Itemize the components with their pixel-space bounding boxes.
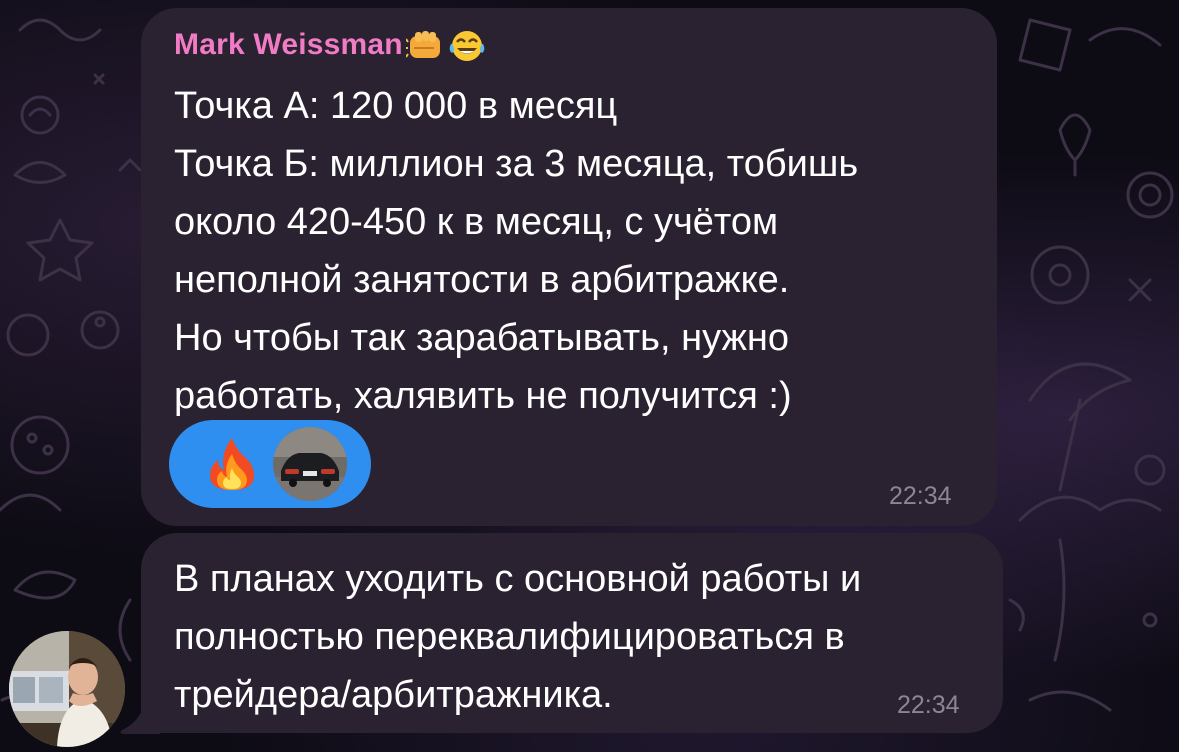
sender-name[interactable]: Mark Weissman	[174, 28, 403, 62]
car-photo-icon	[273, 427, 347, 501]
message-bubble[interactable]: Mark Weissman Точка А: 120 000 в месяц Т…	[141, 8, 997, 526]
message-line: Но чтобы так зарабатывать, нужно	[174, 317, 790, 359]
message-line: Точка Б: миллион за 3 месяца, тобишь	[174, 143, 859, 185]
avatar[interactable]	[9, 631, 125, 747]
message-text: Точка А: 120 000 в месяц Точка Б: миллио…	[174, 77, 858, 425]
reactor-avatar[interactable]	[273, 427, 347, 501]
message-line: В планах уходить с основной работы и	[174, 558, 862, 600]
message-bubble[interactable]: В планах уходить с основной работы и пол…	[141, 533, 1003, 733]
message-text: В планах уходить с основной работы и пол…	[174, 550, 861, 724]
reaction-chip[interactable]	[169, 420, 371, 508]
message-line: работать, халявить не получится :)	[174, 375, 792, 417]
chat-view[interactable]: Mark Weissman Точка А: 120 000 в месяц Т…	[0, 0, 1179, 752]
message-time: 22:34	[889, 482, 952, 510]
message-line: трейдера/арбитражника.	[174, 674, 613, 716]
message-line: около 420-450 к в месяц, с учётом	[174, 201, 779, 243]
fire-icon	[210, 438, 254, 490]
tears-of-joy-emoji-icon	[449, 31, 485, 61]
message-line: полностью переквалифицироваться в	[174, 616, 845, 658]
message-time: 22:34	[897, 691, 960, 719]
fist-bump-emoji-icon	[406, 31, 440, 58]
user-photo-icon	[9, 631, 125, 747]
message-line: неполной занятости в арбитражке.	[174, 259, 790, 301]
message-line: Точка А: 120 000 в месяц	[174, 85, 618, 127]
